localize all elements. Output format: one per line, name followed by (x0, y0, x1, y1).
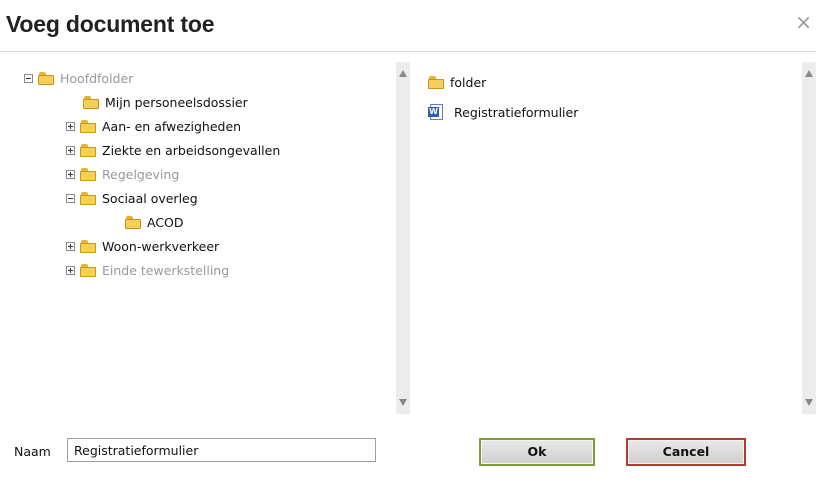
folder-contents-panel: folder W Registratieformulier (420, 62, 816, 414)
tree-item-label: Woon-werkverkeer (102, 238, 220, 254)
tree-item-regelgeving[interactable]: Regelgeving (66, 164, 179, 184)
tree-item-aan-en-afwezigheden[interactable]: Aan- en afwezigheden (66, 116, 241, 136)
folder-icon (80, 263, 97, 277)
list-item-folder[interactable]: folder (428, 72, 486, 92)
list-item-label: Registratieformulier (454, 104, 579, 120)
tree-item-label: Regelgeving (102, 166, 180, 182)
tree-item-label: Einde tewerkstelling (102, 262, 230, 278)
tree-item-sociaal-overleg[interactable]: Sociaal overleg (66, 188, 198, 208)
name-input[interactable] (67, 438, 376, 462)
folder-icon (80, 167, 97, 181)
tree-item-woon-werkverkeer[interactable]: Woon-werkverkeer (66, 236, 219, 256)
close-icon[interactable]: × (795, 12, 812, 32)
scroll-down-icon[interactable] (399, 399, 407, 406)
tree-item-label: Hoofdfolder (60, 70, 134, 86)
name-label: Naam (14, 444, 51, 459)
folder-icon (80, 143, 97, 157)
tree-item-label: Aan- en afwezigheden (102, 118, 242, 134)
list-item-label: folder (450, 74, 487, 90)
tree-item-hoofdfolder[interactable]: Hoofdfolder (24, 68, 133, 88)
ok-button[interactable]: Ok (479, 438, 595, 466)
expand-icon[interactable] (66, 169, 75, 179)
cancel-button[interactable]: Cancel (626, 438, 746, 466)
tree-item-acod[interactable]: ACOD (125, 212, 184, 232)
scroll-up-icon[interactable] (399, 70, 407, 77)
word-document-icon: W (428, 103, 445, 121)
scroll-up-icon[interactable] (805, 70, 813, 77)
contents-scrollbar[interactable] (802, 62, 816, 414)
tree-item-label: Mijn personeelsdossier (105, 94, 248, 110)
expand-icon[interactable] (66, 265, 75, 275)
tree-item-label: ACOD (147, 214, 184, 230)
dialog-footer: Naam Ok Cancel (0, 414, 816, 497)
folder-icon (38, 71, 55, 85)
folder-icon (83, 95, 100, 109)
folder-icon (125, 215, 142, 229)
expand-icon[interactable] (66, 241, 75, 251)
folder-icon (428, 75, 445, 89)
tree-item-ziekte-en-arbeidsongevallen[interactable]: Ziekte en arbeidsongevallen (66, 140, 280, 160)
tree-scrollbar[interactable] (396, 62, 410, 414)
collapse-icon[interactable] (66, 193, 75, 203)
tree-item-einde-tewerkstelling[interactable]: Einde tewerkstelling (66, 260, 229, 280)
dialog-title: Voeg document toe (6, 11, 215, 37)
folder-icon (80, 239, 97, 253)
add-document-dialog: Voeg document toe × Hoofdfolder Mijn per… (0, 0, 816, 497)
folder-icon (80, 191, 97, 205)
tree-item-label: Sociaal overleg (102, 190, 198, 206)
expand-icon[interactable] (66, 121, 75, 131)
folder-icon (80, 119, 97, 133)
scroll-down-icon[interactable] (805, 399, 813, 406)
tree-item-mijn-personeelsdossier[interactable]: Mijn personeelsdossier (83, 92, 248, 112)
dialog-header: Voeg document toe × (0, 0, 816, 52)
expand-icon[interactable] (66, 145, 75, 155)
collapse-icon[interactable] (24, 73, 33, 83)
folder-tree-panel: Hoofdfolder Mijn personeelsdossier Aan- … (14, 62, 410, 414)
list-item-registratieformulier[interactable]: W Registratieformulier (428, 102, 578, 122)
tree-item-label: Ziekte en arbeidsongevallen (102, 142, 281, 158)
